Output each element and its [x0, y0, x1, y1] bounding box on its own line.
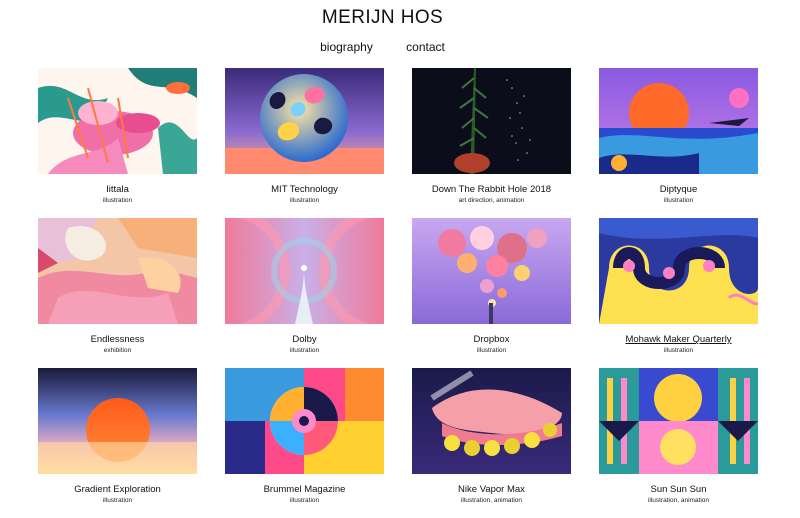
thumbnail-artwork: [38, 68, 197, 174]
project-thumbnail[interactable]: [225, 218, 384, 324]
project-title[interactable]: Endlessness: [38, 334, 197, 345]
project-card-dropbox[interactable]: Dropbox illustration: [412, 218, 571, 368]
project-card-diptyque[interactable]: Diptyque illustration: [599, 68, 758, 218]
thumbnail-artwork: [599, 68, 758, 174]
project-tags: illustration: [663, 197, 694, 204]
thumbnail-artwork: [38, 368, 197, 474]
project-title[interactable]: Down The Rabbit Hole 2018: [412, 184, 571, 195]
site-title[interactable]: MERIJN HOS: [0, 7, 765, 29]
project-tags: illustration, animation: [460, 497, 523, 504]
project-title[interactable]: Mohawk Maker Quarterly: [599, 334, 758, 345]
nav-link-contact[interactable]: contact: [406, 40, 445, 54]
project-tags: illustration: [663, 347, 694, 354]
project-thumbnail[interactable]: [38, 368, 197, 474]
thumbnail-artwork: [225, 368, 384, 474]
main-nav: biography contact: [0, 40, 765, 54]
project-title[interactable]: Dropbox: [412, 334, 571, 345]
project-title[interactable]: Brummel Magazine: [225, 484, 384, 495]
project-tags: exhibition: [103, 347, 132, 354]
project-card-endlessness[interactable]: Endlessness exhibition: [38, 218, 197, 368]
thumbnail-artwork: [412, 368, 571, 474]
project-card-mohawk-maker-quarterly[interactable]: Mohawk Maker Quarterly illustration: [599, 218, 758, 368]
project-grid: Iittala illustration MIT Technology illu…: [38, 68, 758, 518]
project-thumbnail[interactable]: [412, 218, 571, 324]
project-thumbnail[interactable]: [599, 68, 758, 174]
thumbnail-artwork: [412, 68, 571, 174]
project-tags: illustration: [102, 197, 133, 204]
project-card-iittala[interactable]: Iittala illustration: [38, 68, 197, 218]
thumbnail-artwork: [38, 218, 197, 324]
thumbnail-artwork: [225, 68, 384, 174]
project-tags: illustration: [102, 497, 133, 504]
project-card-nike-vapor-max[interactable]: Nike Vapor Max illustration, animation: [412, 368, 571, 518]
project-thumbnail[interactable]: [225, 68, 384, 174]
project-card-dolby[interactable]: Dolby illustration: [225, 218, 384, 368]
project-thumbnail[interactable]: [412, 68, 571, 174]
project-thumbnail[interactable]: [225, 368, 384, 474]
project-title[interactable]: Dolby: [225, 334, 384, 345]
project-thumbnail[interactable]: [599, 218, 758, 324]
nav-link-biography[interactable]: biography: [320, 40, 373, 54]
thumbnail-artwork: [225, 218, 384, 324]
project-title[interactable]: MIT Technology: [225, 184, 384, 195]
project-card-gradient-exploration[interactable]: Gradient Exploration illustration: [38, 368, 197, 518]
project-title[interactable]: Diptyque: [599, 184, 758, 195]
project-card-brummel-magazine[interactable]: Brummel Magazine illustration: [225, 368, 384, 518]
project-tags: illustration: [289, 197, 320, 204]
thumbnail-artwork: [599, 218, 758, 324]
project-card-down-the-rabbit-hole-2018[interactable]: Down The Rabbit Hole 2018 art direction,…: [412, 68, 571, 218]
project-thumbnail[interactable]: [599, 368, 758, 474]
project-title[interactable]: Sun Sun Sun: [599, 484, 758, 495]
thumbnail-artwork: [599, 368, 758, 474]
project-title[interactable]: Gradient Exploration: [38, 484, 197, 495]
project-tags: illustration: [289, 347, 320, 354]
project-thumbnail[interactable]: [38, 218, 197, 324]
project-card-sun-sun-sun[interactable]: Sun Sun Sun illustration, animation: [599, 368, 758, 518]
project-thumbnail[interactable]: [38, 68, 197, 174]
project-thumbnail[interactable]: [412, 368, 571, 474]
project-title[interactable]: Nike Vapor Max: [412, 484, 571, 495]
project-tags: illustration: [289, 497, 320, 504]
project-tags: illustration: [476, 347, 507, 354]
project-tags: illustration, animation: [647, 497, 710, 504]
project-title[interactable]: Iittala: [38, 184, 197, 195]
thumbnail-artwork: [412, 218, 571, 324]
project-card-mit-technology[interactable]: MIT Technology illustration: [225, 68, 384, 218]
project-tags: art direction, animation: [458, 197, 525, 204]
